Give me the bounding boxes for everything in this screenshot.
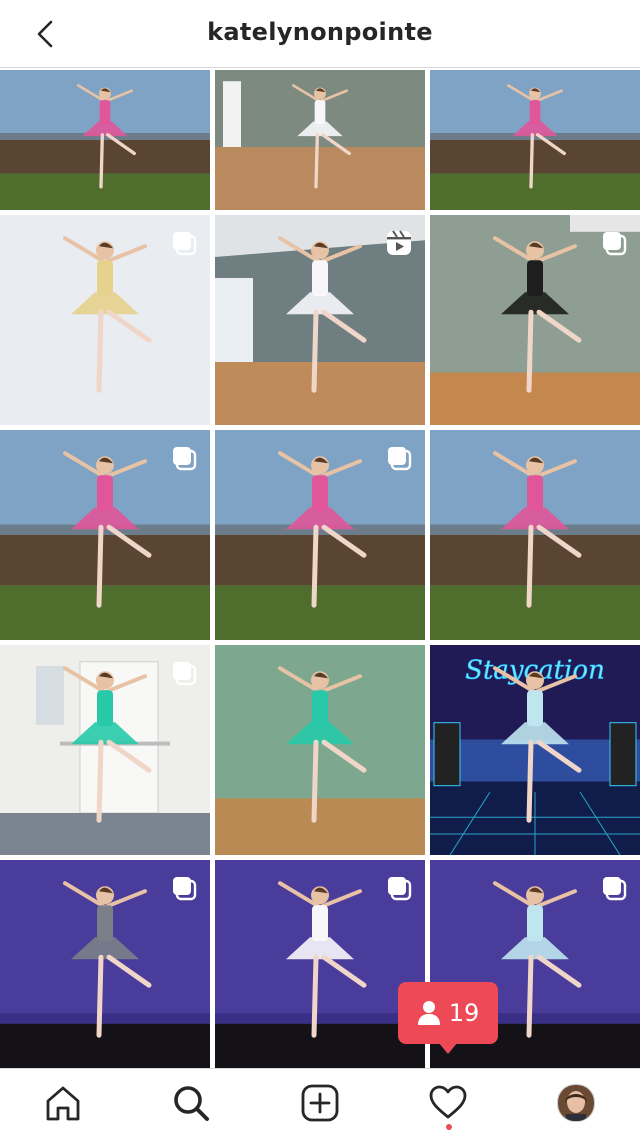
follower-notification-bubble[interactable]: 19 (398, 982, 498, 1054)
post-thumbnail[interactable] (0, 860, 210, 1070)
multiple-posts-icon (603, 877, 627, 901)
post-thumbnail[interactable] (215, 430, 425, 640)
multiple-posts-icon (173, 232, 197, 256)
person-icon (417, 1001, 440, 1025)
activity-indicator-dot (446, 1124, 452, 1130)
post-photo (215, 70, 425, 210)
search-icon (174, 1086, 209, 1121)
multiple-posts-icon (388, 447, 412, 471)
follower-count: 19 (448, 999, 480, 1027)
post-thumbnail[interactable]: Staycation (430, 645, 640, 855)
post-thumbnail[interactable] (0, 215, 210, 425)
post-photo (430, 70, 640, 210)
post-thumbnail[interactable] (215, 70, 425, 210)
multiple-posts-icon (173, 877, 197, 901)
multiple-posts-icon (388, 877, 412, 901)
tab-home[interactable] (41, 1081, 85, 1125)
post-thumbnail[interactable] (430, 430, 640, 640)
post-thumbnail[interactable] (0, 70, 210, 210)
multiple-posts-icon (173, 447, 197, 471)
post-thumbnail[interactable] (0, 645, 210, 855)
post-thumbnail[interactable] (215, 645, 425, 855)
post-photo (215, 645, 425, 855)
post-photo (430, 430, 640, 640)
profile-username-title: katelynonpointe (207, 18, 433, 46)
bottom-tab-bar (0, 1068, 640, 1138)
multiple-posts-icon (603, 232, 627, 256)
post-photo: Staycation (430, 645, 640, 855)
tab-search[interactable] (169, 1081, 213, 1125)
home-icon (46, 1086, 80, 1121)
tab-profile[interactable] (554, 1081, 598, 1125)
post-photo (0, 70, 210, 210)
post-thumbnail[interactable] (215, 860, 425, 1070)
tab-activity[interactable] (426, 1081, 470, 1125)
heart-icon (429, 1085, 467, 1119)
header: katelynonpointe (0, 0, 640, 68)
tab-new-post[interactable] (298, 1081, 342, 1125)
new-post-icon (301, 1084, 339, 1122)
post-thumbnail[interactable] (0, 430, 210, 640)
profile-avatar (557, 1084, 595, 1122)
reels-icon (387, 230, 411, 255)
post-thumbnail[interactable] (430, 215, 640, 425)
post-thumbnail[interactable] (215, 215, 425, 425)
post-thumbnail[interactable] (430, 70, 640, 210)
multiple-posts-icon (173, 662, 197, 686)
